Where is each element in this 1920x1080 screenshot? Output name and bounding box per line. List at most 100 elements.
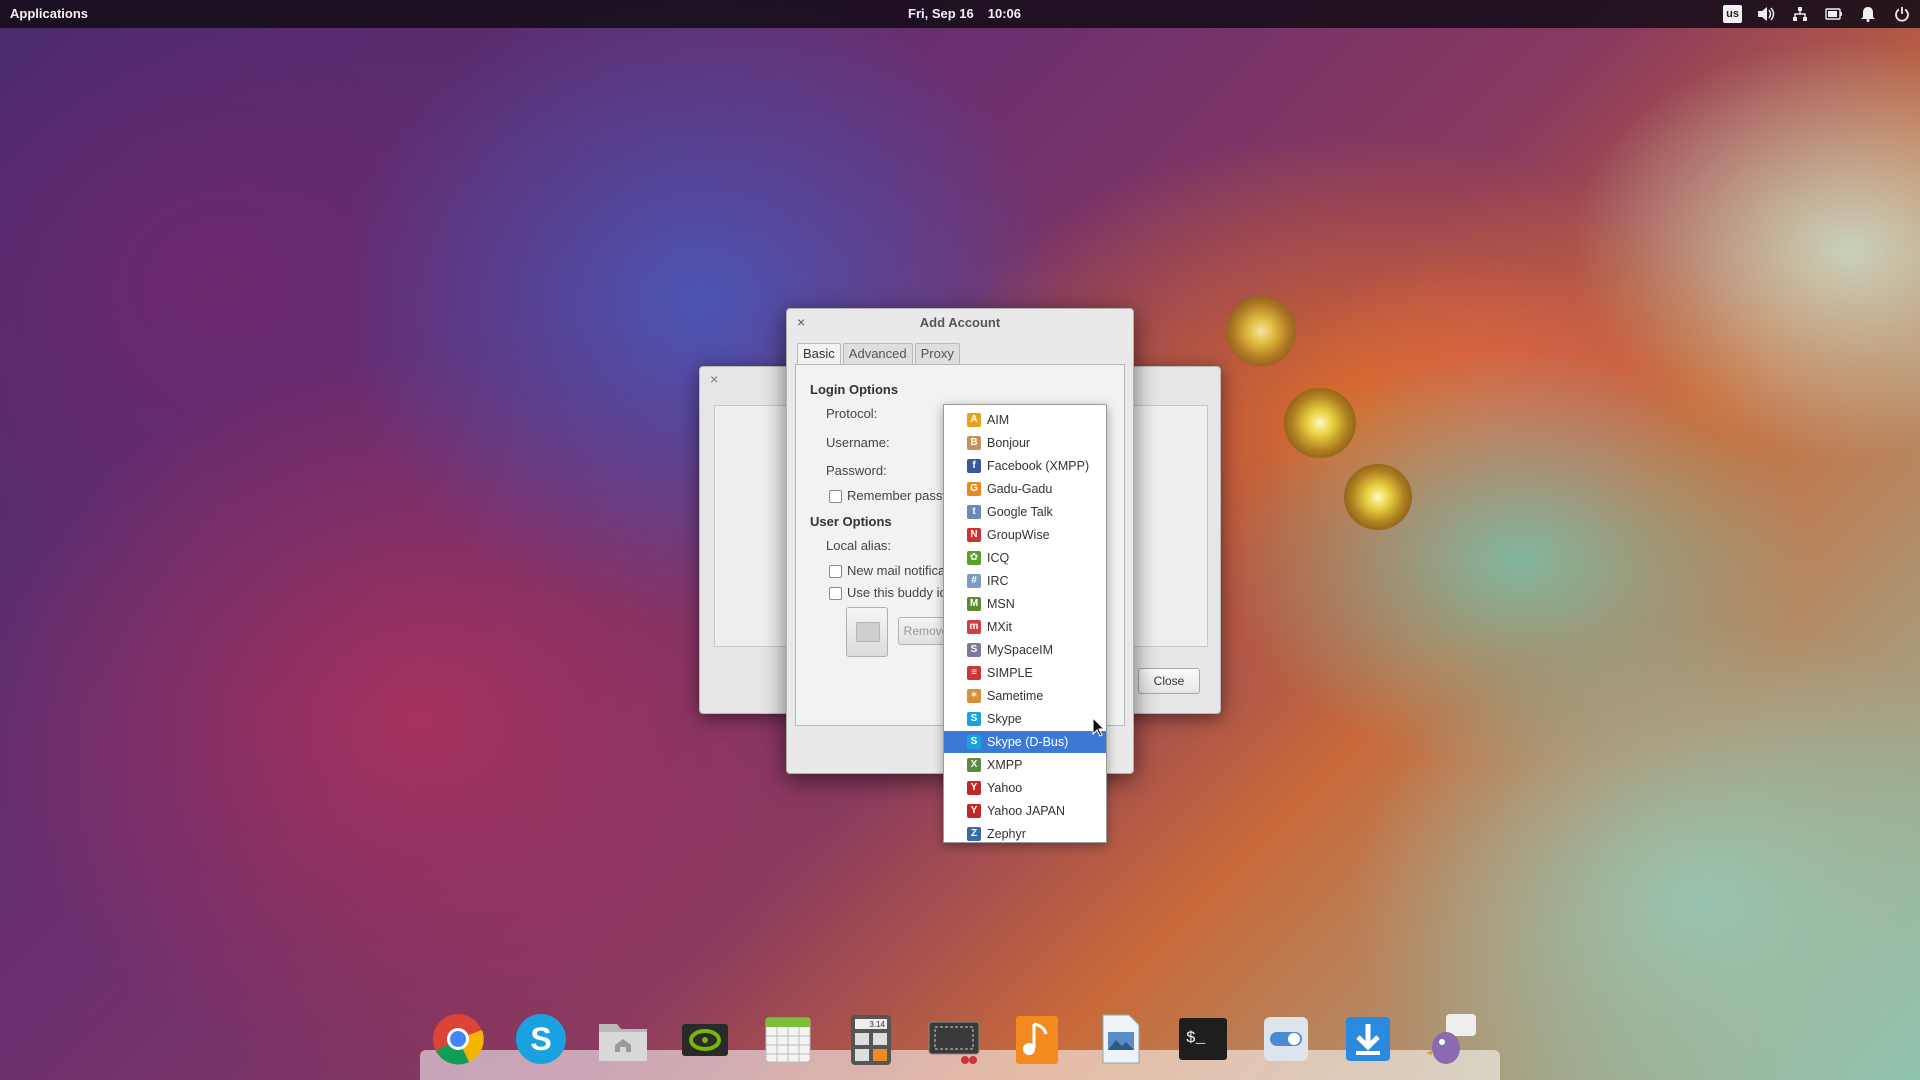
tab-basic[interactable]: Basic — [797, 343, 841, 364]
protocol-option-label: MXit — [987, 620, 1012, 634]
protocol-option-label: Facebook (XMPP) — [987, 459, 1090, 473]
new-mail-checkbox[interactable] — [829, 565, 842, 578]
settings-icon[interactable] — [1257, 1010, 1315, 1068]
panel-clock[interactable]: Fri, Sep 16 10:06 — [908, 6, 1035, 21]
spreadsheet-icon[interactable] — [759, 1010, 817, 1068]
wallpaper-eye — [1344, 464, 1412, 530]
protocol-option-label: Skype — [987, 712, 1022, 726]
accounts-close-button[interactable]: Close — [1138, 668, 1200, 694]
sametime-icon: ✶ — [967, 689, 981, 703]
bonjour-icon: B — [967, 436, 981, 450]
protocol-option-label: GroupWise — [987, 528, 1050, 542]
icq-icon: ✿ — [967, 551, 981, 565]
network-icon[interactable] — [1790, 4, 1810, 24]
svg-text:$_: $_ — [1186, 1029, 1206, 1047]
notifications-icon[interactable] — [1858, 4, 1878, 24]
local-alias-label: Local alias: — [826, 538, 892, 553]
yahoo-japan-icon: Y — [967, 804, 981, 818]
protocol-option[interactable]: X XMPP — [944, 754, 1106, 776]
protocol-option[interactable]: A AIM — [944, 409, 1106, 431]
mouse-cursor — [1092, 716, 1106, 740]
protocol-option-label: MySpaceIM — [987, 643, 1053, 657]
applications-menu[interactable]: Applications — [10, 6, 88, 21]
protocol-option-label: Bonjour — [987, 436, 1031, 450]
remember-password-label: Remember passw — [847, 488, 952, 503]
dialog-tabs: Basic Advanced Proxy — [797, 343, 962, 364]
files-icon[interactable] — [594, 1010, 652, 1068]
power-icon[interactable] — [1892, 4, 1912, 24]
image-placeholder-icon — [856, 622, 880, 642]
protocol-option-label: ICQ — [987, 551, 1010, 565]
dialog-titlebar[interactable]: × Add Account — [787, 309, 1133, 335]
protocol-option-label: Yahoo — [987, 781, 1023, 795]
protocol-option[interactable]: S MySpaceIM — [944, 639, 1106, 661]
password-label: Password: — [826, 463, 887, 478]
nvidia-icon[interactable] — [676, 1010, 734, 1068]
protocol-option[interactable]: N GroupWise — [944, 524, 1106, 546]
protocol-option[interactable]: # IRC — [944, 570, 1106, 592]
dialog-title: Add Account — [919, 315, 1001, 330]
protocol-option-label: Gadu-Gadu — [987, 482, 1053, 496]
svg-text:S: S — [530, 1021, 551, 1057]
tab-proxy[interactable]: Proxy — [914, 343, 960, 364]
protocol-option-label: Google Talk — [987, 505, 1053, 519]
protocol-option[interactable]: Y Yahoo JAPAN — [944, 800, 1106, 822]
protocol-option[interactable]: S Skype — [944, 708, 1106, 730]
protocol-option-label: IRC — [987, 574, 1009, 588]
keyboard-layout-indicator[interactable]: us — [1723, 5, 1742, 23]
image-viewer-icon[interactable] — [1091, 1010, 1149, 1068]
protocol-option[interactable]: Z Zephyr — [944, 823, 1106, 845]
protocol-option[interactable]: M MSN — [944, 593, 1106, 615]
protocol-option-label: SIMPLE — [987, 666, 1033, 680]
downloads-icon[interactable] — [1339, 1010, 1397, 1068]
protocol-option-label: Yahoo JAPAN — [987, 804, 1066, 818]
myspaceim-icon: S — [967, 643, 981, 657]
gadu-gadu-icon: G — [967, 482, 981, 496]
system-tray: us — [1723, 4, 1912, 24]
groupwise-icon: N — [967, 528, 981, 542]
panel-time: 10:06 — [987, 6, 1021, 21]
protocol-option[interactable]: Y Yahoo — [944, 777, 1106, 799]
buddy-icon-button[interactable] — [846, 607, 888, 657]
protocol-option[interactable]: ≡ SIMPLE — [944, 662, 1106, 684]
facebook-icon: f — [967, 459, 981, 473]
protocol-option[interactable]: G Gadu-Gadu — [944, 478, 1106, 500]
new-mail-label: New mail notifica — [847, 563, 946, 578]
music-icon[interactable] — [1008, 1010, 1066, 1068]
zephyr-icon: Z — [967, 827, 981, 841]
skype-icon[interactable]: S — [512, 1010, 570, 1068]
protocol-option[interactable]: S Skype (D-Bus) — [944, 731, 1106, 753]
buddy-icon-label: Use this buddy ic — [847, 585, 946, 600]
simple-icon: ≡ — [967, 666, 981, 680]
protocol-option[interactable]: B Bonjour — [944, 432, 1106, 454]
protocol-label: Protocol: — [826, 406, 878, 421]
skype-icon: S — [967, 712, 981, 726]
protocol-option[interactable]: ✶ Sametime — [944, 685, 1106, 707]
buddy-icon-checkbox[interactable] — [829, 587, 842, 600]
chrome-icon[interactable] — [429, 1010, 487, 1068]
skype-dbus-icon: S — [967, 735, 981, 749]
volume-icon[interactable] — [1756, 4, 1776, 24]
user-options-heading: User Options — [810, 514, 892, 529]
accounts-close-icon[interactable]: × — [710, 371, 718, 387]
protocol-option-label: Sametime — [987, 689, 1044, 703]
protocol-dropdown-list[interactable]: A AIM B Bonjour f Facebook (XMPP) G Gadu-Gadu t G… — [943, 404, 1107, 843]
terminal-icon[interactable]: $_ — [1174, 1010, 1232, 1068]
tab-advanced[interactable]: Advanced — [842, 343, 913, 364]
protocol-option-label: XMPP — [987, 758, 1023, 772]
wallpaper-eye — [1284, 388, 1356, 458]
protocol-option[interactable]: m MXit — [944, 616, 1106, 638]
protocol-option[interactable]: t Google Talk — [944, 501, 1106, 523]
battery-icon[interactable] — [1824, 4, 1844, 24]
screenshot-icon[interactable] — [925, 1010, 983, 1068]
remember-password-checkbox[interactable] — [829, 490, 842, 503]
irc-icon: # — [967, 574, 981, 588]
protocol-option[interactable]: f Facebook (XMPP) — [944, 455, 1106, 477]
protocol-option[interactable]: ✿ ICQ — [944, 547, 1106, 569]
pidgin-icon[interactable] — [1422, 1010, 1480, 1068]
google-talk-icon: t — [967, 505, 981, 519]
svg-text:3.14: 3.14 — [869, 1020, 885, 1029]
calculator-icon[interactable]: 3.14 — [842, 1010, 900, 1068]
xmpp-icon: X — [967, 758, 981, 772]
yahoo-icon: Y — [967, 781, 981, 795]
